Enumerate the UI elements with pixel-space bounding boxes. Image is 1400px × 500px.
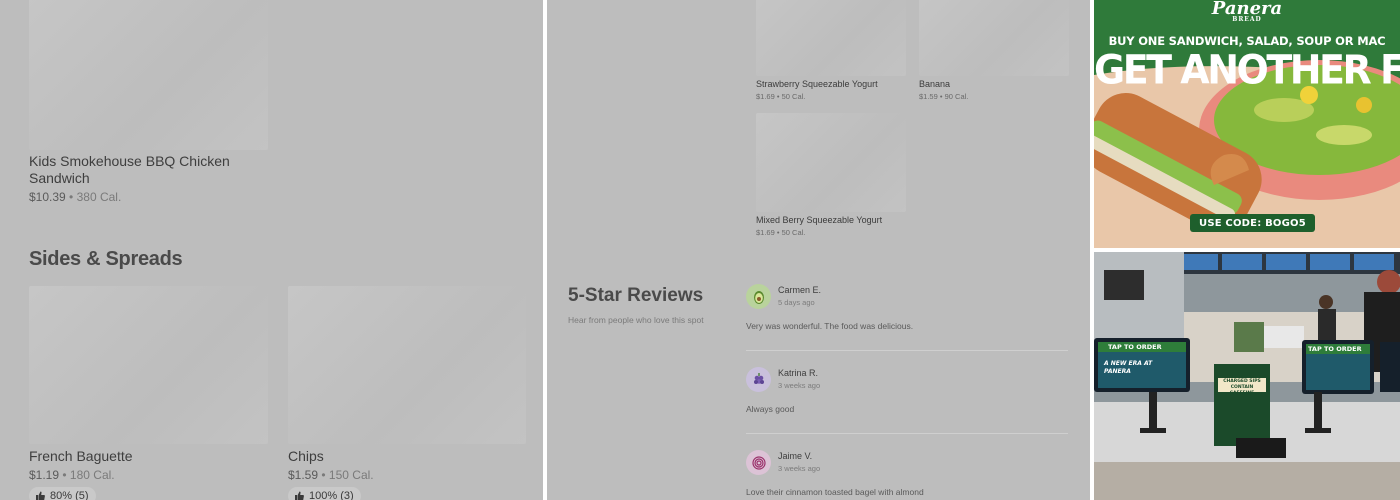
review-text: Very was wonderful. The food was delicio… [746,321,914,331]
reviewer-avatar [746,367,771,392]
promo-column: Panera BREAD BUY ONE SANDWICH, SALAD, SO… [1094,0,1400,500]
reviews-title: 5-Star Reviews [568,285,704,306]
promo-headline-large: GET ANOTHER FOR $5* [1094,46,1400,94]
review-divider [746,433,1068,434]
store-interior-photo [1094,252,1400,500]
item-image-kids-bbq-sandwich[interactable] [29,0,268,150]
item-image-banana[interactable] [919,0,1069,76]
reviewer-avatar [746,450,771,475]
item-image-mixed-berry-yogurt[interactable] [756,113,906,212]
kiosk-left-screen-text: A NEW ERA AT PANERA [1104,360,1153,375]
item-price-french-baguette: $1.19 • 180 Cal. [29,468,115,482]
brand-logo-sub: BREAD [1232,16,1262,23]
reviewer-name: Jaime V. [778,451,813,461]
review-date: 3 weeks ago [778,464,821,473]
caffeine-sign-text: CHARGED SIPS CONTAIN CAFFEINE [1223,379,1261,396]
kiosk-right-label: TAP TO ORDER [1308,345,1362,353]
item-name-strawberry-yogurt[interactable]: Strawberry Squeezable Yogurt [756,79,878,89]
review-text: Love their cinnamon toasted bagel with a… [746,487,924,497]
reviewer-avatar [746,284,771,309]
store-photo[interactable]: TAP TO ORDER A NEW ERA AT PANERA TAP TO … [1094,252,1400,500]
review-divider [746,350,1068,351]
item-price-mixed-berry-yogurt: $1.69 • 50 Cal. [756,228,806,237]
reviews-subtitle: Hear from people who love this spot [568,315,704,325]
item-image-chips[interactable] [288,286,526,444]
item-name-chips[interactable]: Chips [288,448,324,465]
menu-panel-middle: Strawberry Squeezable Yogurt $1.69 • 50 … [547,0,1090,500]
rating-badge-french-baguette: 80% (5) [29,487,96,500]
item-name-french-baguette[interactable]: French Baguette [29,448,133,465]
review-date: 5 days ago [778,298,815,307]
thumbs-up-icon [295,491,304,500]
reviewer-name: Carmen E. [778,285,822,295]
onion-icon [751,455,766,470]
review-date: 3 weeks ago [778,381,821,390]
item-name-banana[interactable]: Banana [919,79,950,89]
promo-headline-small: BUY ONE SANDWICH, SALAD, SOUP OR MAC [1108,34,1386,48]
item-image-strawberry-yogurt[interactable] [756,0,906,76]
reviewer-name: Katrina R. [778,368,819,378]
item-name-kids-bbq-sandwich[interactable]: Kids Smokehouse BBQ Chicken Sandwich [29,153,259,187]
section-title-sides-spreads: Sides & Spreads [29,248,183,270]
avocado-icon [753,290,764,304]
item-price-banana: $1.59 • 90 Cal. [919,92,969,101]
menu-panel-left: Kids Smokehouse BBQ Chicken Sandwich $10.… [0,0,543,500]
grapes-icon [753,372,764,384]
item-price-strawberry-yogurt: $1.69 • 50 Cal. [756,92,806,101]
review-text: Always good [746,404,795,414]
thumbs-up-icon [36,491,45,500]
kiosk-left-label: TAP TO ORDER [1108,343,1162,351]
rating-badge-chips: 100% (3) [288,487,361,500]
item-price-chips: $1.59 • 150 Cal. [288,468,374,482]
promo-banner[interactable]: Panera BREAD BUY ONE SANDWICH, SALAD, SO… [1094,0,1400,248]
promo-code-badge: USE CODE: BOGO5 [1190,214,1315,232]
item-name-mixed-berry-yogurt[interactable]: Mixed Berry Squeezable Yogurt [756,215,882,225]
item-price-kids-bbq-sandwich: $10.39 • 380 Cal. [29,190,122,204]
item-image-french-baguette[interactable] [29,286,268,444]
